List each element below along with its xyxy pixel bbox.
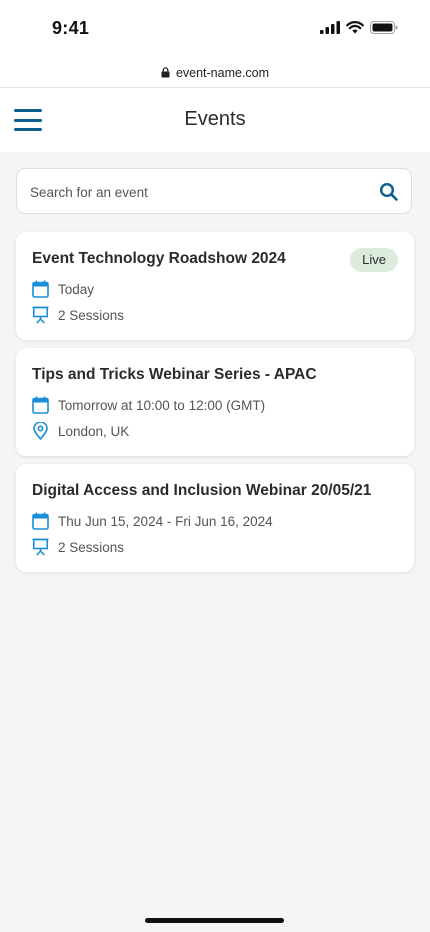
- status-time: 9:41: [52, 18, 90, 38]
- event-title: Digital Access and Inclusion Webinar 20/…: [32, 482, 372, 499]
- calendar-icon: [32, 512, 49, 530]
- event-sessions: 2 Sessions: [58, 539, 125, 555]
- presentation-icon: [32, 538, 49, 556]
- home-indicator[interactable]: [145, 918, 284, 923]
- event-card[interactable]: Event Technology Roadshow 2024 Live Toda…: [16, 232, 414, 340]
- search-box: [16, 168, 412, 215]
- live-status-badge: Live: [350, 248, 398, 272]
- event-sessions: 2 Sessions: [58, 307, 125, 323]
- presentation-icon: [32, 306, 49, 324]
- search-icon[interactable]: [379, 182, 399, 202]
- event-date: Today: [58, 281, 95, 297]
- event-card[interactable]: Tips and Tricks Webinar Series - APAC To…: [16, 348, 414, 456]
- event-date-row: Tomorrow at 10:00 to 12:00 (GMT): [32, 396, 265, 414]
- search-input[interactable]: [28, 169, 372, 215]
- event-sessions-row: 2 Sessions: [32, 306, 124, 324]
- app-header: Events: [0, 88, 430, 152]
- calendar-icon: [32, 396, 49, 414]
- battery-icon: [370, 21, 398, 34]
- lock-icon: [161, 67, 170, 78]
- status-icons: [320, 21, 398, 34]
- event-date-row: Thu Jun 15, 2024 - Fri Jun 16, 2024: [32, 512, 273, 530]
- event-location-row: London, UK: [32, 422, 129, 440]
- cellular-signal-icon: [320, 21, 340, 34]
- calendar-icon: [32, 280, 49, 298]
- event-date: Thu Jun 15, 2024 - Fri Jun 16, 2024: [58, 513, 273, 529]
- event-date: Tomorrow at 10:00 to 12:00 (GMT): [58, 397, 266, 413]
- wifi-icon: [346, 21, 364, 34]
- event-sessions-row: 2 Sessions: [32, 538, 124, 556]
- url-text: event-name.com: [175, 65, 270, 80]
- event-card[interactable]: Digital Access and Inclusion Webinar 20/…: [16, 464, 414, 572]
- location-pin-icon: [33, 422, 48, 440]
- event-date-row: Today: [32, 280, 94, 298]
- status-bar: 9:41: [0, 0, 430, 58]
- event-title: Tips and Tricks Webinar Series - APAC: [32, 366, 317, 383]
- event-title: Event Technology Roadshow 2024: [32, 250, 286, 267]
- page-title: Events: [184, 108, 246, 130]
- event-location: London, UK: [58, 423, 130, 439]
- browser-url-bar[interactable]: event-name.com: [0, 58, 430, 88]
